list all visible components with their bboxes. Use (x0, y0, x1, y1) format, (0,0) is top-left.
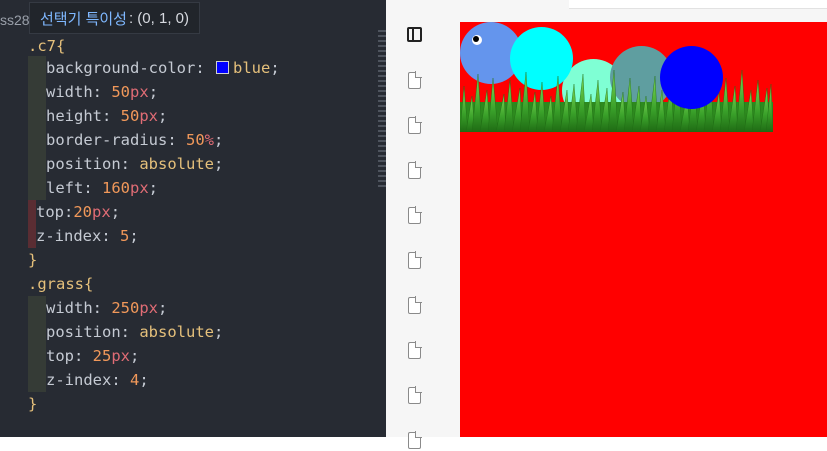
code-line: position: absolute; (46, 323, 224, 341)
file-icon[interactable] (406, 296, 424, 316)
code-line: } (28, 395, 38, 413)
code-line: top:20px; (36, 203, 121, 221)
indent-guide (28, 368, 46, 392)
code-line: height: 50px; (46, 107, 168, 125)
file-icon[interactable] (406, 341, 424, 361)
indent-guide (28, 80, 46, 104)
file-icon[interactable] (406, 71, 424, 91)
indent-guide (28, 344, 46, 368)
code-line: z-index: 5; (36, 227, 139, 245)
code-line: left: 160px; (46, 179, 159, 197)
css-selector: .c7 (28, 37, 56, 55)
code-line: z-index: 4; (46, 371, 149, 389)
code-line: .c7{ (28, 37, 66, 55)
preview-topbar (569, 0, 827, 9)
file-icon[interactable] (406, 116, 424, 136)
file-icon[interactable] (406, 206, 424, 226)
file-icon[interactable] (406, 251, 424, 271)
grass-image (460, 69, 773, 132)
indent-guide (28, 320, 46, 344)
css-selector: .grass (28, 275, 84, 293)
file-icon[interactable] (406, 431, 424, 451)
specificity-tooltip: 선택기 특이성 : (0, 1, 0) (29, 2, 200, 34)
render-stage (460, 22, 827, 437)
code-line: width: 50px; (46, 83, 159, 101)
layout-panel-icon[interactable] (406, 26, 424, 46)
tooltip-value: : (0, 1, 0) (128, 9, 189, 27)
code-line: position: absolute; (46, 155, 224, 173)
preview-pane (449, 0, 827, 437)
code-line: } (28, 251, 38, 269)
file-icon[interactable] (406, 161, 424, 181)
indent-guide (28, 296, 46, 320)
code-line: background-color: blue; (46, 59, 280, 77)
eye-pupil (473, 36, 479, 42)
file-icon[interactable] (406, 386, 424, 406)
code-line: top: 25px; (46, 347, 140, 365)
tooltip-title: 선택기 특이성 (40, 10, 127, 28)
error-indent-marker (28, 224, 36, 248)
error-indent-marker (28, 200, 36, 224)
indent-guide (28, 152, 46, 176)
minimap[interactable] (378, 30, 386, 190)
eye (472, 35, 482, 45)
code-line: border-radius: 50%; (46, 131, 224, 149)
code-line: .grass{ (28, 275, 94, 293)
code-line: width: 250px; (46, 299, 168, 317)
indent-guide (28, 128, 46, 152)
file-tab-fragment[interactable]: ss28 (0, 12, 30, 28)
code-editor[interactable]: ss28 선택기 특이성 : (0, 1, 0) .c7{ background… (0, 0, 386, 437)
indent-guide (28, 176, 46, 200)
preview-sidebar (386, 0, 449, 449)
indent-guide (28, 56, 46, 80)
indent-guide (28, 104, 46, 128)
color-swatch[interactable] (215, 60, 229, 74)
caterpillar-segment-blue (660, 46, 723, 109)
